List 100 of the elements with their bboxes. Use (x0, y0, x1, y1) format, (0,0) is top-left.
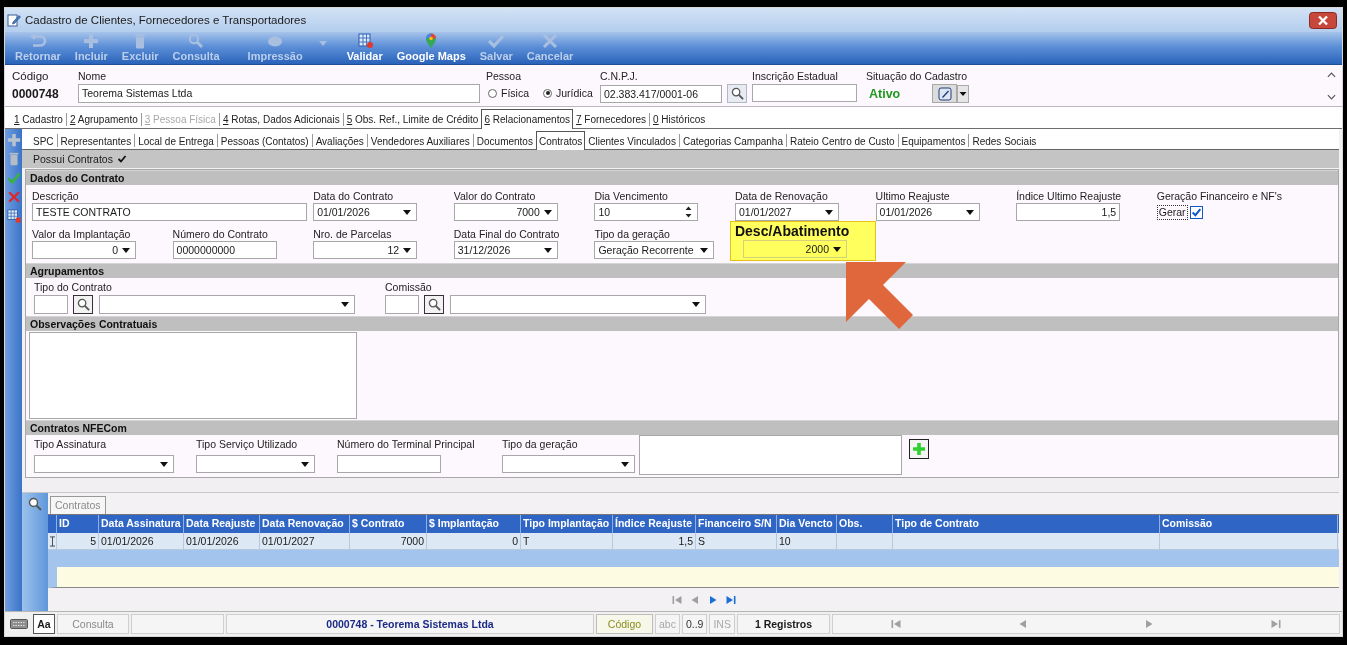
radio-label[interactable]: Física (501, 87, 529, 99)
tab[interactable]: 0 Históricos (650, 110, 709, 128)
spin-field[interactable]: 10 (594, 203, 699, 221)
tab[interactable]: Rateio Centro de Custo (787, 132, 898, 149)
radio-button[interactable] (543, 88, 552, 98)
field-label: Ultimo Reajuste (875, 190, 950, 203)
dropdown-field[interactable] (502, 455, 635, 473)
dropdown-field[interactable]: 0 (32, 241, 136, 259)
dropdown-field[interactable]: 31/12/2026 (453, 241, 558, 259)
caret-icon[interactable] (700, 247, 709, 253)
toolbar-button[interactable]: Validar (342, 33, 387, 62)
tab[interactable]: 2 Agrupamento (66, 110, 141, 128)
tab[interactable]: 6 Relacionamentos (481, 109, 573, 129)
tab[interactable]: Pessoas (Contatos) (217, 132, 312, 149)
input-mode-indicator: 0..9 (681, 614, 708, 634)
caret-icon[interactable] (403, 247, 412, 253)
tab[interactable]: Redes Sociais (969, 132, 1040, 149)
radio-button[interactable] (488, 88, 497, 98)
table-cell: 10 (777, 533, 837, 549)
checkbox[interactable] (116, 154, 127, 164)
last-page-icon[interactable] (725, 594, 736, 605)
text-field[interactable]: 02.383.417/0001-06 (600, 84, 722, 103)
dropdown-field[interactable]: 12 (313, 241, 418, 259)
checkbox-label[interactable]: Possui Contratos (33, 153, 113, 165)
tab[interactable]: Equipamentos (898, 132, 969, 149)
tab[interactable]: Local de Entrega (135, 132, 217, 149)
text-field[interactable]: TESTE CONTRATO (32, 203, 307, 221)
text-field[interactable]: 1,5 (1016, 203, 1121, 221)
tab[interactable]: Categorias Campanha (679, 132, 786, 149)
table-icon[interactable] (6, 208, 21, 224)
callout-arrow (846, 262, 914, 330)
tab[interactable]: 4 Rotas, Dados Adicionais (219, 110, 343, 128)
dropdown-field[interactable]: 01/01/2026 (313, 203, 418, 221)
caret-icon[interactable] (301, 461, 309, 467)
text-field[interactable] (752, 84, 857, 102)
dropdown-field[interactable]: 7000 (453, 203, 558, 221)
field-label: Data de Renovação (734, 190, 828, 203)
check-icon (486, 33, 507, 49)
caret-icon[interactable] (543, 247, 552, 253)
text-field[interactable]: 0000000000 (172, 241, 277, 259)
table-cell: 01/01/2027 (260, 533, 350, 549)
field-label: Código (12, 69, 50, 83)
tab[interactable]: SPC (30, 132, 57, 149)
font-button[interactable]: Aa (33, 614, 55, 634)
caret-icon[interactable] (957, 84, 969, 103)
checkbox[interactable] (1189, 205, 1203, 219)
tab[interactable]: Avaliações (312, 132, 367, 149)
field-label: Comissão (385, 281, 433, 294)
text-field[interactable]: Teorema Sistemas Ltda (78, 84, 480, 103)
caret-icon[interactable] (341, 302, 349, 307)
dropdown-field[interactable] (196, 455, 315, 473)
field-label: Tipo da geração (502, 438, 578, 451)
pencil-icon (937, 86, 952, 101)
dropdown-field[interactable]: 01/01/2027 (734, 203, 839, 221)
field-label: Geração Financeiro e NF's (1156, 190, 1282, 203)
edit-button[interactable] (932, 84, 957, 103)
toolbar-button[interactable]: Google Maps (392, 33, 470, 62)
tab[interactable]: Vendedores Auxiliares (367, 132, 473, 149)
table-row[interactable]: 5 01/01/2026 01/01/2026 01/01/2027 7000 0 T 1,5 S 10 (48, 533, 1339, 550)
caret-icon[interactable] (122, 247, 130, 253)
radio-label[interactable]: Jurídica (556, 87, 593, 99)
text-field[interactable] (337, 455, 441, 473)
tab[interactable]: Documentos (473, 132, 536, 149)
tab[interactable]: 5 Obs. Ref., Limite de Crédito (343, 110, 482, 128)
field-label: Nome (78, 69, 107, 83)
tab[interactable]: Representantes (57, 132, 135, 149)
dropdown-field[interactable]: 2000 (742, 240, 847, 258)
add-button[interactable] (909, 439, 929, 459)
spinner-arrows-icon[interactable] (685, 206, 693, 218)
code-field[interactable] (385, 295, 419, 314)
caret-icon[interactable] (692, 302, 700, 307)
tab[interactable]: 7 Fornecedores (573, 110, 650, 128)
search-button[interactable] (424, 295, 444, 314)
dropdown-field[interactable]: 01/01/2026 (875, 203, 980, 221)
tab[interactable]: 1 Cadastro (11, 110, 66, 128)
code-field[interactable] (34, 295, 68, 314)
dropdown-field[interactable] (34, 455, 174, 473)
caret-icon[interactable] (160, 461, 168, 467)
check-icon[interactable] (6, 170, 21, 186)
tab[interactable]: Clientes Vinculados (585, 132, 679, 149)
checkbox-label[interactable]: Gerar (1156, 204, 1188, 220)
caret-icon[interactable] (543, 209, 552, 215)
search-button[interactable] (73, 295, 93, 314)
caret-icon[interactable] (965, 209, 974, 215)
close-icon[interactable] (1309, 11, 1337, 29)
dropdown-field[interactable] (450, 295, 706, 314)
tab[interactable]: Contratos (535, 131, 586, 150)
dropdown-field[interactable]: Geração Recorrente (594, 241, 715, 259)
search-button[interactable] (727, 84, 747, 103)
caret-icon[interactable] (832, 246, 841, 252)
caret-icon[interactable] (824, 209, 833, 215)
dropdown-field[interactable] (99, 295, 355, 314)
chevron-up-icon[interactable] (1327, 72, 1336, 78)
return-arrow-icon (27, 33, 48, 49)
next-icon[interactable] (707, 594, 718, 605)
caret-icon[interactable] (403, 209, 412, 215)
chevron-down-icon[interactable] (1327, 94, 1336, 100)
field-label: Pessoa (486, 69, 523, 83)
caret-icon[interactable] (621, 461, 629, 467)
keyboard-icon[interactable] (10, 619, 28, 629)
